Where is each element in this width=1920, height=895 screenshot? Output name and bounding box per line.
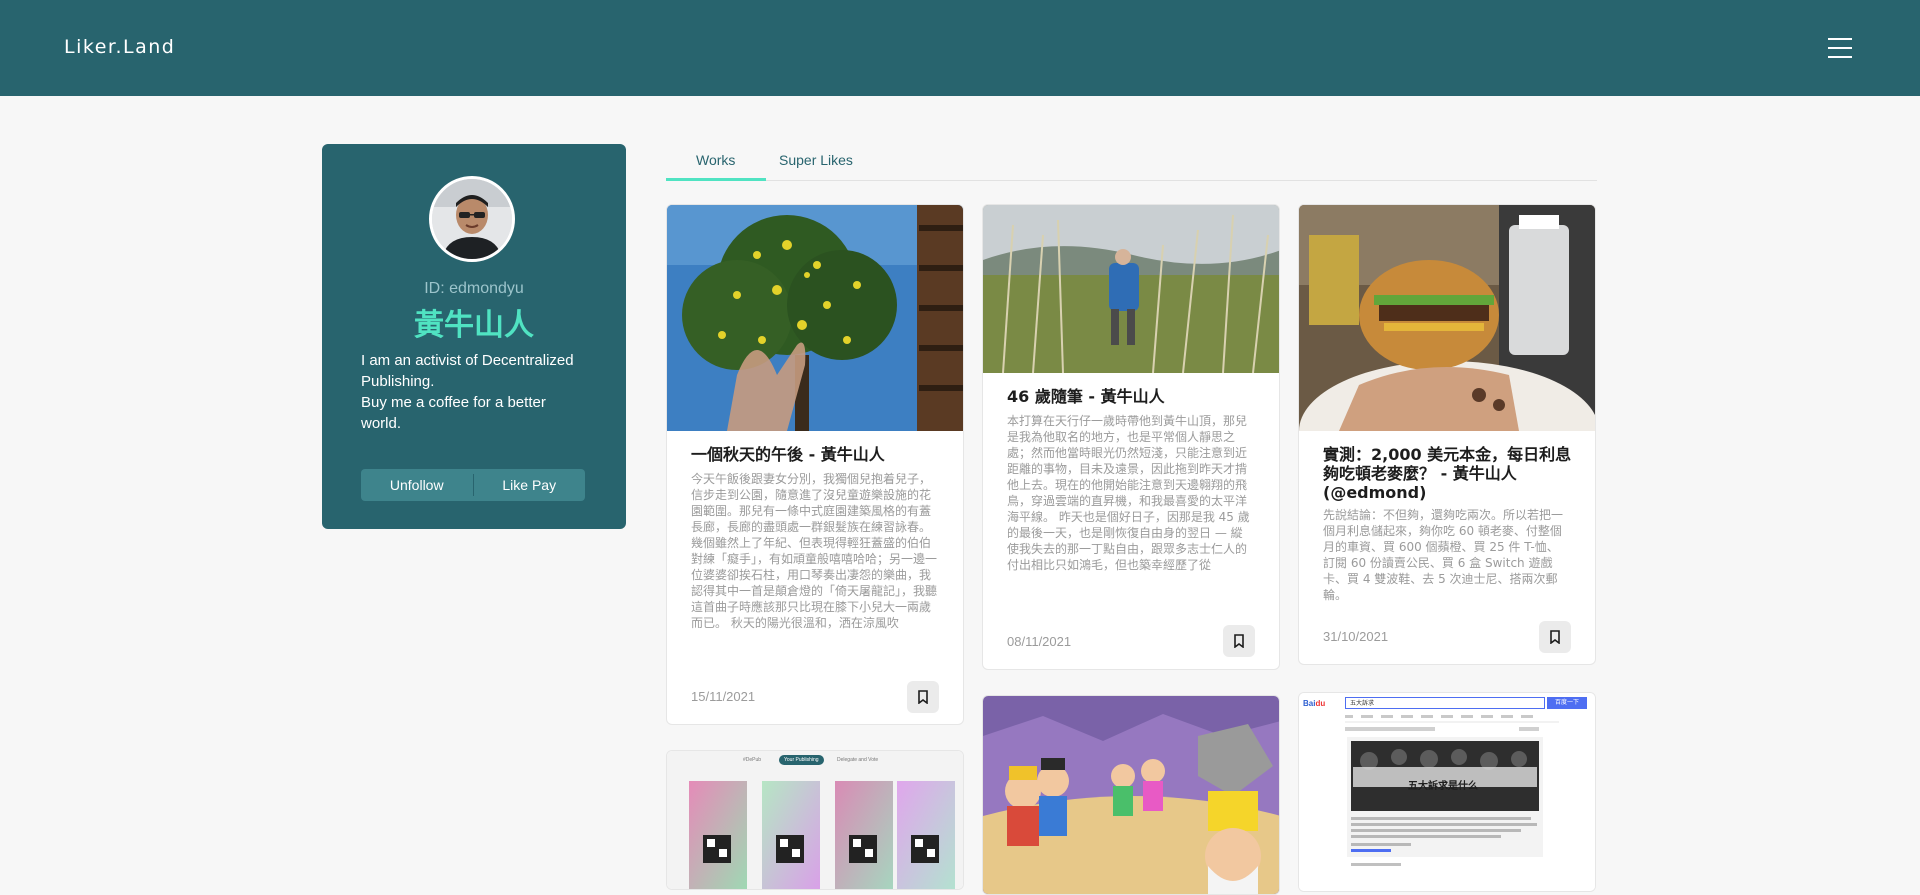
profile-action-group: Unfollow Like Pay (361, 469, 585, 501)
search-input: 五大訴求 (1345, 697, 1545, 709)
profile-card: ID: edmondyu 黃牛山人 I am an activist of De… (322, 144, 626, 529)
article-card[interactable]: Baidu 五大訴求 百度一下 五大訴求是什么 (1298, 692, 1596, 892)
bookmark-icon (918, 690, 928, 704)
nft-qr-cards-screenshot: #DePub Your Publishing Delegate and Vote (667, 751, 963, 889)
content-tabs: Works Super Likes (666, 146, 1597, 181)
bookmark-button[interactable] (1223, 625, 1255, 657)
card-description: 今天午飯後跟妻女分別，我獨個兒抱着兒子，信步走到公園，隨意進了沒兒童遊樂設施的花… (691, 472, 937, 630)
profile-display-name: 黃牛山人 (414, 308, 534, 343)
hiker-grassland-photo (983, 205, 1279, 373)
screenshot-tab-label: Your Publishing (779, 755, 824, 765)
card-title: 實測：2,000 美元本金，每日利息夠吃頓老麥麼？ - 黃牛山人 (@edmon… (1323, 445, 1572, 502)
profile-bio-line: I am an activist of Decentralized Publis… (361, 352, 574, 390)
liker-land-logo[interactable]: Liker.Land (64, 36, 175, 58)
card-date: 31/10/2021 (1323, 629, 1389, 644)
card-description: 本打算在天行仔一歲時帶他到黃牛山頂，那兒是我為他取名的地方，也是平常個人靜思之處… (1007, 414, 1250, 572)
bookmark-icon (1234, 634, 1244, 648)
search-result-title: 五大訴求是什么 (1408, 781, 1478, 792)
baidu-search-screenshot: Baidu 五大訴求 百度一下 五大訴求是什么 (1299, 693, 1595, 891)
profile-bio: I am an activist of Decentralized Publis… (361, 350, 587, 434)
burger-photo (1299, 205, 1595, 431)
bookmark-icon (1550, 630, 1560, 644)
unfollow-button[interactable]: Unfollow (361, 469, 473, 501)
screenshot-tab-label: Delegate and Vote (837, 757, 879, 763)
article-card[interactable]: 實測：2,000 美元本金，每日利息夠吃頓老麥麼？ - 黃牛山人 (@edmon… (1298, 204, 1596, 665)
profile-id: ID: edmondyu (424, 280, 524, 297)
bookmark-button[interactable] (907, 681, 939, 713)
bookmark-button[interactable] (1539, 621, 1571, 653)
article-card[interactable]: #DePub Your Publishing Delegate and Vote (666, 750, 964, 890)
profile-bio-line: Buy me a coffee for a better world. (361, 394, 546, 432)
article-card[interactable] (982, 695, 1280, 895)
flowering-tree-photo (667, 205, 963, 431)
article-card[interactable]: 46 歲隨筆 - 黃牛山人 本打算在天行仔一歲時帶他到黃牛山頂，那兒是我為他取名… (982, 204, 1280, 670)
article-card[interactable]: 一個秋天的午後 - 黃牛山人 今天午飯後跟妻女分別，我獨個兒抱着兒子，信步走到公… (666, 204, 964, 725)
active-tab-indicator (666, 178, 766, 181)
card-date: 08/11/2021 (1007, 634, 1072, 649)
top-header: Liker.Land (0, 0, 1920, 96)
card-title: 46 歲隨筆 - 黃牛山人 (1007, 387, 1165, 406)
hamburger-menu-icon[interactable] (1828, 38, 1852, 58)
tab-works[interactable]: Works (696, 152, 735, 168)
search-button: 百度一下 (1547, 697, 1587, 709)
card-title: 一個秋天的午後 - 黃牛山人 (691, 445, 885, 464)
avatar (429, 176, 515, 262)
card-date: 15/11/2021 (691, 689, 756, 704)
tab-super-likes[interactable]: Super Likes (779, 152, 853, 168)
card-description: 先說結論：不但夠，還夠吃兩次。所以若把一個月利息儲起來，夠你吃 60 頓老麥、付… (1323, 508, 1564, 602)
like-pay-button[interactable]: Like Pay (474, 469, 586, 501)
screenshot-tab-label: #DePub (743, 757, 762, 763)
baidu-logo: Baidu (1303, 699, 1326, 708)
cartoon-characters-illustration (983, 696, 1279, 894)
